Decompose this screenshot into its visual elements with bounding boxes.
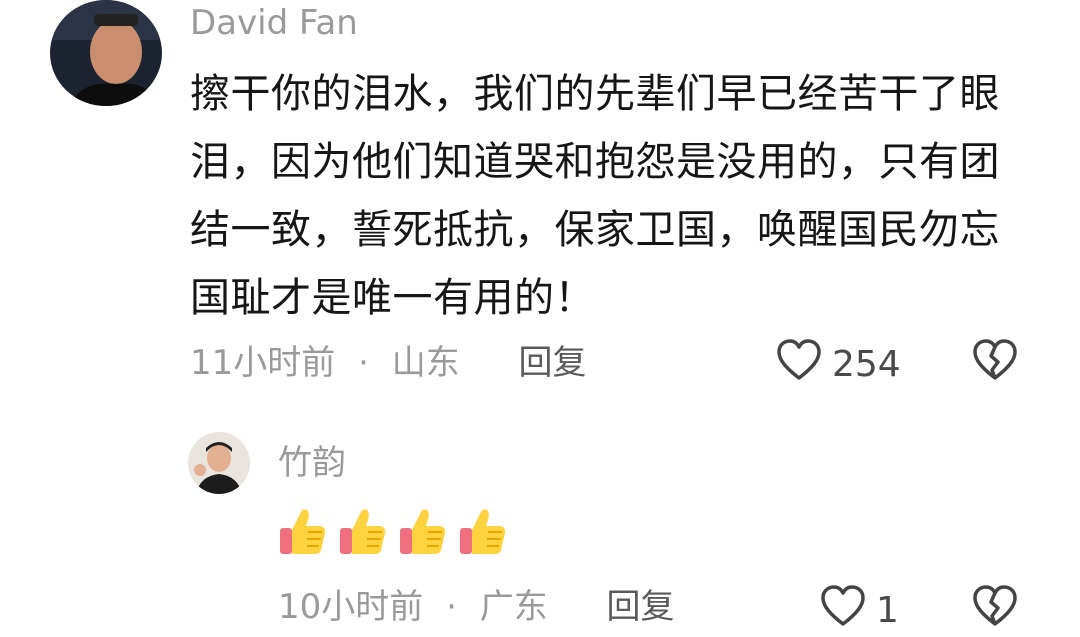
- thumbs-up-emoji: [398, 506, 448, 556]
- comment-author[interactable]: David Fan: [190, 6, 358, 40]
- avatar-image: [188, 432, 250, 494]
- reply-button[interactable]: 回复: [607, 587, 675, 627]
- avatar-image: [50, 0, 162, 106]
- thumbs-up-emoji: [278, 506, 328, 556]
- like-count: 1: [876, 590, 899, 631]
- broken-heart-icon: [972, 339, 1018, 386]
- comment-time: 10小时前: [278, 587, 424, 627]
- meta-separator: ·: [446, 587, 457, 627]
- dislike-button[interactable]: [972, 338, 1018, 386]
- reply-button[interactable]: 回复: [519, 343, 587, 383]
- thumbs-up-emoji: [458, 506, 508, 556]
- heart-outline-icon: [776, 338, 822, 391]
- comment-location: 广东: [479, 587, 548, 627]
- dislike-button[interactable]: [972, 584, 1018, 632]
- comment-text: 擦干你的泪水，我们的先辈们早已经苦干了眼泪，因为他们知道哭和抱怨是没用的，只有团…: [190, 71, 1000, 321]
- comment-meta: 11小时前 · 山东 回复: [190, 346, 587, 380]
- avatar-zhuyun[interactable]: [188, 432, 250, 494]
- thumbs-up-emoji: [338, 506, 388, 556]
- meta-separator: ·: [358, 343, 369, 383]
- comment-meta: 10小时前 · 广东 回复: [278, 590, 675, 624]
- broken-heart-icon: [972, 585, 1018, 632]
- avatar-david-fan[interactable]: [50, 0, 162, 106]
- comment-location: 山东: [391, 343, 460, 383]
- like-button[interactable]: 1: [820, 584, 899, 637]
- heart-outline-icon: [820, 584, 866, 637]
- comment-emoji-row: [278, 506, 508, 556]
- comment-author[interactable]: 竹韵: [278, 446, 346, 480]
- like-count: 254: [832, 344, 901, 385]
- like-button[interactable]: 254: [776, 338, 901, 391]
- comment-time: 11小时前: [190, 343, 336, 383]
